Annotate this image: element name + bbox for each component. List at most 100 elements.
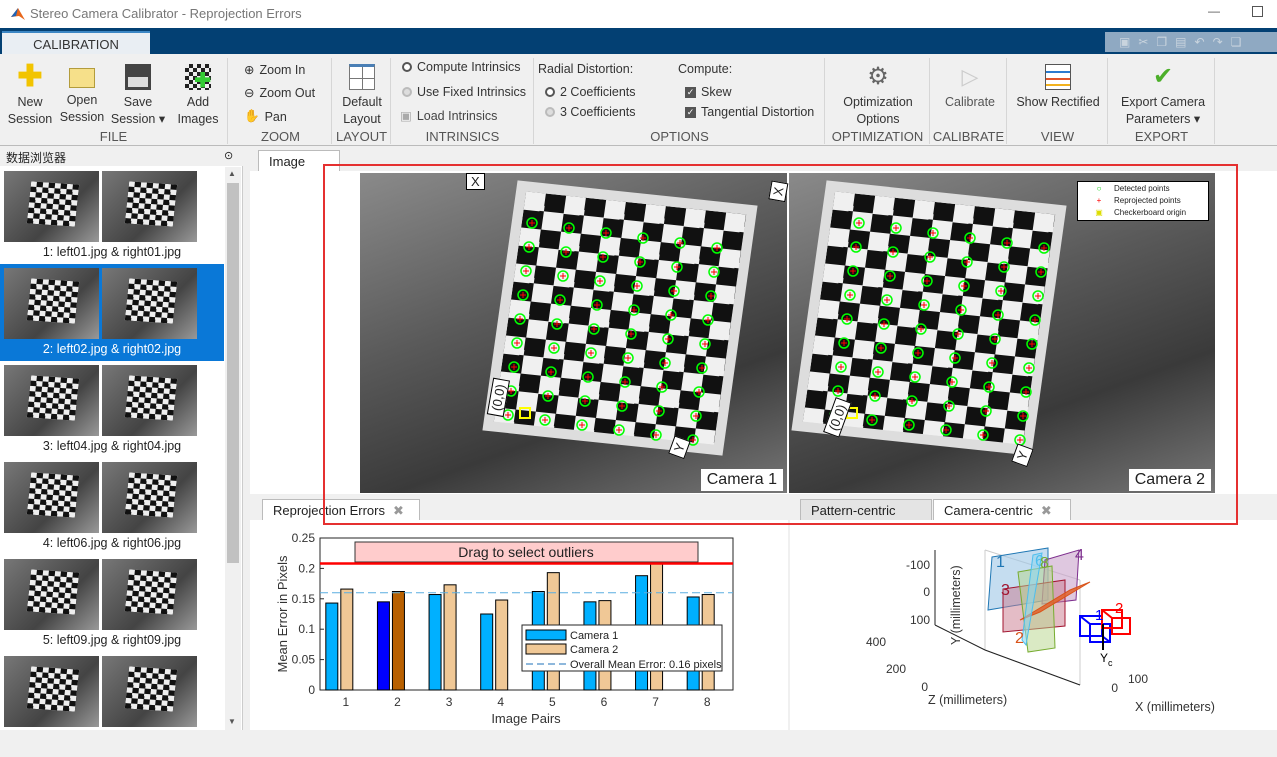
label: 3 Coefficients: [560, 105, 636, 119]
label: 2 Coefficients: [560, 85, 636, 99]
open-session-button[interactable]: Open Session: [58, 64, 106, 126]
scroll-up-icon[interactable]: ▲: [228, 169, 236, 178]
list-item-label: 5: left09.jpg & right09.jpg: [42, 633, 182, 647]
right-thumbnail: [102, 559, 197, 630]
extrinsics-3d-plot[interactable]: 1 2 3 4 6 8 1 2 Y c -100 0 100 0 200 400…: [790, 520, 1277, 730]
list-item[interactable]: 2: left02.jpg & right02.jpg: [0, 264, 224, 361]
bar-camera-2[interactable]: [495, 599, 509, 691]
reprojection-error-chart[interactable]: 0 0.05 0.1 0.15 0.2 0.25 1 2 3 4 5 6 7 8 Drag to selec…: [250, 520, 788, 730]
zoom-out-button[interactable]: ⊖ Zoom Out: [244, 85, 315, 101]
skew-checkbox[interactable]: ✓ Skew: [685, 85, 732, 99]
check-icon: ✓: [685, 86, 696, 98]
calibrate-button[interactable]: ▷ Calibrate: [935, 64, 1005, 111]
copy-icon[interactable]: ❐: [1156, 35, 1167, 49]
group-label-options: OPTIONS: [650, 129, 709, 144]
x-tick-label: 2: [394, 695, 401, 709]
group-export: ✔ Export Camera Parameters ▾ EXPORT: [1109, 58, 1215, 144]
maximize-button[interactable]: [1252, 6, 1263, 17]
optimization-options-button[interactable]: ⚙ Optimization Options: [830, 64, 926, 128]
x-tick-label: 3: [446, 695, 453, 709]
list-item[interactable]: 1: left01.jpg & right01.jpg: [0, 167, 224, 264]
use-fixed-intrinsics-radio[interactable]: Use Fixed Intrinsics: [402, 85, 526, 99]
minimize-button[interactable]: —: [1208, 4, 1220, 18]
group-layout: Default Layout LAYOUT: [333, 58, 391, 144]
bar-camera-2[interactable]: [340, 588, 354, 691]
x-tick-label: 6: [601, 695, 608, 709]
export-camera-parameters-button[interactable]: ✔ Export Camera Parameters ▾: [1111, 64, 1215, 128]
label: Open Session: [59, 93, 105, 124]
bar-camera-2[interactable]: [391, 591, 405, 691]
x-tick-label: 5: [549, 695, 556, 709]
add-images-button[interactable]: ✚ Add Images: [172, 64, 224, 128]
svg-text:1: 1: [996, 554, 1005, 571]
y-tick: 0: [923, 585, 930, 599]
camera-1-label: 1: [1095, 607, 1103, 624]
group-calibrate: ▷ Calibrate CALIBRATE: [931, 58, 1007, 144]
group-label-view: VIEW: [1040, 129, 1075, 144]
two-coefficients-radio[interactable]: 2 Coefficients: [545, 85, 636, 99]
y-tick-label: 0.1: [298, 622, 315, 636]
save-session-button[interactable]: Save Session ▾: [110, 64, 166, 128]
redo-icon[interactable]: ↷: [1213, 35, 1223, 49]
load-intrinsics-button[interactable]: ▣ Load Intrinsics: [400, 108, 498, 124]
legend-swatch: [525, 643, 567, 655]
svg-text:2: 2: [1015, 630, 1024, 647]
undo-icon[interactable]: ↶: [1195, 35, 1205, 49]
group-label-zoom: ZOOM: [261, 129, 300, 144]
right-thumbnail: [102, 268, 197, 339]
paste-icon[interactable]: ▤: [1175, 35, 1186, 49]
show-rectified-button[interactable]: Show Rectified: [1010, 64, 1106, 111]
scrollbar[interactable]: ▲ ▼: [225, 167, 241, 730]
bar-camera-1[interactable]: [480, 613, 494, 691]
scroll-down-icon[interactable]: ▼: [228, 717, 236, 726]
camera-axis-subscript: c: [1108, 658, 1113, 668]
y-tick-label: 0.05: [292, 653, 316, 667]
bar-camera-1[interactable]: [325, 602, 339, 691]
legend-label: Camera 2: [570, 644, 618, 656]
list-item[interactable]: 5: left09.jpg & right09.jpg: [0, 555, 224, 652]
label: Optimization Options: [843, 95, 913, 126]
x-tick-label: 8: [704, 695, 711, 709]
group-label-calibrate: CALIBRATE: [932, 129, 1005, 144]
bar-camera-1[interactable]: [376, 601, 390, 691]
list-item[interactable]: 4: left06.jpg & right06.jpg: [0, 458, 224, 555]
checkmark-icon: ✔: [1152, 63, 1174, 90]
matlab-logo-icon: [11, 8, 25, 20]
y-axis-title: Mean Error in Pixels: [275, 555, 290, 673]
legend-mean-label: Overall Mean Error: 0.16 pixels: [570, 659, 722, 671]
radio-selected-icon: [402, 62, 412, 72]
label: Default Layout: [342, 95, 382, 126]
label: Pan: [264, 109, 287, 124]
three-coefficients-radio[interactable]: 3 Coefficients: [545, 105, 636, 119]
zoom-in-button[interactable]: ⊕ Zoom In: [244, 62, 306, 78]
right-thumbnail: [102, 365, 197, 436]
x-tick: 100: [1128, 672, 1148, 686]
label: Compute Intrinsics: [417, 60, 521, 74]
save-icon[interactable]: ▣: [1119, 35, 1130, 49]
reprojection-errors-panel: 0 0.05 0.1 0.15 0.2 0.25 1 2 3 4 5 6 7 8 Drag to selec…: [250, 520, 788, 730]
cut-icon[interactable]: ✂: [1138, 35, 1148, 49]
check-icon: ✓: [685, 106, 696, 118]
compute-intrinsics-radio[interactable]: Compute Intrinsics: [402, 60, 521, 74]
default-layout-button[interactable]: Default Layout: [337, 64, 387, 128]
new-session-button[interactable]: ✚ New Session: [6, 62, 54, 128]
left-thumbnail: [4, 559, 99, 630]
tangential-distortion-checkbox[interactable]: ✓ Tangential Distortion: [685, 105, 814, 119]
label: Load Intrinsics: [416, 108, 498, 123]
scrollbar-thumb[interactable]: [227, 183, 239, 563]
tab-calibration[interactable]: CALIBRATION: [2, 31, 150, 54]
drag-outliers-label: Drag to select outliers: [458, 544, 593, 560]
list-item[interactable]: [0, 652, 224, 730]
group-label-export: EXPORT: [1134, 129, 1189, 144]
chevron-down-icon[interactable]: ⊙: [224, 149, 233, 162]
camera-2-label: 2: [1115, 600, 1123, 617]
list-item[interactable]: 3: left04.jpg & right04.jpg: [0, 361, 224, 458]
bar-camera-2[interactable]: [443, 584, 457, 691]
bar-camera-1[interactable]: [428, 594, 442, 691]
group-view: Show Rectified VIEW: [1008, 58, 1108, 144]
label: Zoom In: [259, 62, 306, 77]
image-pair-list: 1: left01.jpg & right01.jpg 2: left02.jpg…: [0, 167, 224, 730]
panel-title: 数据浏览器: [6, 151, 67, 165]
window-icon[interactable]: ❏: [1231, 35, 1242, 49]
pan-button[interactable]: ✋ Pan: [244, 109, 287, 124]
